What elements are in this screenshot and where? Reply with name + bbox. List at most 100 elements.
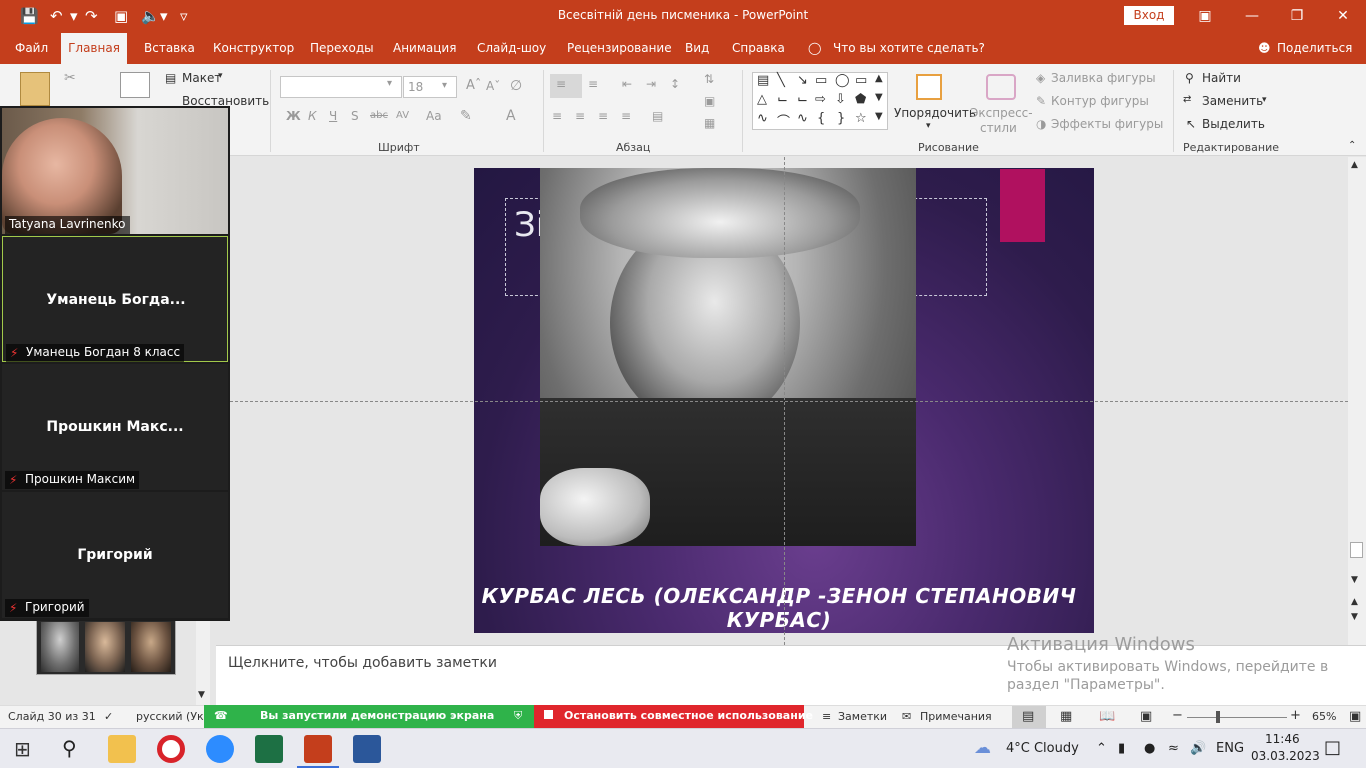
opera-icon[interactable] [157, 735, 185, 763]
font-family-dropdown-icon[interactable]: ▾ [387, 78, 392, 89]
left-brace-icon[interactable]: { [817, 111, 825, 126]
shape-fill-icon[interactable]: ◈ [1036, 71, 1045, 85]
signin-button[interactable]: Вход [1124, 6, 1174, 25]
layout-icon[interactable]: ▤ [165, 71, 176, 85]
scroll-up-icon[interactable]: ▲ [1351, 160, 1358, 170]
font-color-icon[interactable]: A [506, 108, 516, 124]
rounded-rect-shape-icon[interactable]: ▭ [855, 73, 867, 88]
input-language[interactable]: ENG [1216, 741, 1244, 756]
tab-view[interactable]: Вид [685, 41, 709, 55]
oval-shape-icon[interactable]: ◯ [835, 73, 850, 88]
next-slide-icon[interactable]: ▼ [1351, 612, 1358, 622]
arc-shape-icon[interactable]: ⌒ [777, 111, 790, 130]
comments-button[interactable]: Примечания [920, 710, 992, 723]
microphone-icon[interactable]: ● [1144, 741, 1155, 756]
stop-share-button[interactable]: Остановить совместное использование [534, 705, 813, 728]
font-family-combo[interactable] [280, 76, 402, 98]
text-direction-icon[interactable]: ⇅ [704, 72, 714, 86]
close-icon[interactable]: ✕ [1328, 4, 1358, 28]
highlight-icon[interactable]: ✎ [460, 108, 472, 124]
shape-effects-icon[interactable]: ◑ [1036, 117, 1046, 131]
char-spacing-button[interactable]: AV [396, 110, 409, 121]
grow-font-icon[interactable]: Aˆ [466, 78, 481, 93]
slide-sorter-icon[interactable]: ▦ [1060, 709, 1072, 724]
thumbnail-scroll-down-icon[interactable]: ▼ [198, 690, 205, 700]
scroll-thumb[interactable] [1350, 542, 1363, 558]
arrange-icon[interactable] [916, 74, 942, 100]
tab-home[interactable]: Главная [61, 33, 127, 64]
gallery-more-icon[interactable]: ▼ [875, 111, 883, 122]
bold-button[interactable]: Ж [286, 109, 301, 123]
change-case-button[interactable]: Aa [426, 109, 442, 123]
comments-icon[interactable]: ✉ [902, 710, 911, 723]
columns-icon[interactable]: ▤ [652, 109, 663, 123]
portrait-photo[interactable] [540, 168, 916, 546]
textbox-shape-icon[interactable]: ▤ [757, 73, 769, 88]
zoom-in-icon[interactable]: + [1290, 708, 1301, 723]
font-size-dropdown-icon[interactable]: ▾ [442, 80, 447, 91]
battery-icon[interactable]: ▮ [1118, 741, 1125, 756]
editor-vertical-scrollbar[interactable]: ▲ ▼ ▲ ▼ [1348, 157, 1366, 645]
tab-slideshow[interactable]: Слайд-шоу [477, 41, 546, 55]
rectangle-shape-icon[interactable]: ▭ [815, 73, 827, 88]
weather-cloud-icon[interactable]: ☁ [974, 738, 991, 758]
align-left-icon[interactable]: ≡ [552, 109, 562, 123]
select-button[interactable]: Выделить [1202, 117, 1265, 131]
star-shape-icon[interactable]: ☆ [855, 111, 867, 126]
excel-icon[interactable] [255, 735, 283, 763]
shapes-gallery[interactable]: ▤ ╲ ↘ ▭ ◯ ▭ △ ⌙ ⌙ ⇨ ⇩ ⬟ ∿ ⌒ ∿ { } ☆ ▲ ▼ … [752, 72, 888, 130]
replace-button[interactable]: Заменить [1202, 94, 1263, 108]
tab-help[interactable]: Справка [732, 41, 785, 55]
pentagon-shape-icon[interactable]: ⬟ [855, 92, 866, 107]
clear-format-icon[interactable]: ∅ [510, 78, 522, 94]
down-arrow-shape-icon[interactable]: ⇩ [835, 92, 846, 107]
replace-dropdown-icon[interactable]: ▾ [1262, 95, 1267, 105]
minimize-icon[interactable]: — [1237, 4, 1267, 28]
line-spacing-icon[interactable]: ↕ [670, 77, 680, 91]
underline-button[interactable]: Ч [329, 109, 337, 123]
layout-dropdown-icon[interactable]: ▾ [218, 71, 223, 81]
zoom-slider[interactable] [1187, 717, 1287, 718]
share-icon[interactable]: ☻ [1258, 41, 1271, 55]
tab-transitions[interactable]: Переходы [310, 41, 374, 55]
shrink-font-icon[interactable]: Aˇ [486, 79, 500, 93]
tab-file[interactable]: Файл [15, 41, 48, 55]
word-icon[interactable] [353, 735, 381, 763]
arrange-button[interactable]: Упорядочить [894, 106, 976, 120]
cut-icon[interactable]: ✂ [64, 70, 76, 86]
weather-text[interactable]: 4°C Cloudy [1006, 741, 1079, 756]
shadow-button[interactable]: S [351, 109, 359, 123]
decrease-indent-icon[interactable]: ⇤ [622, 77, 632, 91]
find-button[interactable]: Найти [1202, 71, 1241, 85]
line-shape-icon[interactable]: ╲ [777, 73, 785, 88]
align-right-icon[interactable]: ≡ [598, 109, 608, 123]
numbering-icon[interactable]: ≡ [588, 77, 598, 91]
zoom-out-icon[interactable]: − [1172, 708, 1183, 723]
increase-indent-icon[interactable]: ⇥ [646, 77, 656, 91]
zoom-slider-thumb[interactable] [1216, 711, 1220, 723]
maximize-icon[interactable]: ❐ [1282, 4, 1312, 28]
file-explorer-icon[interactable] [108, 735, 136, 763]
zoom-level[interactable]: 65% [1312, 710, 1336, 723]
curve-shape-icon[interactable]: ∿ [757, 111, 768, 126]
arrange-dropdown-icon[interactable]: ▾ [926, 121, 931, 131]
slide-thumbnail[interactable] [36, 619, 176, 675]
smartart-icon[interactable]: ▦ [704, 116, 715, 130]
clock-date[interactable]: 03.03.2023 [1251, 749, 1320, 763]
windows-start-icon[interactable]: ⊞ [14, 737, 31, 761]
language-indicator[interactable]: русский (Укр [136, 710, 211, 723]
quick-styles-icon[interactable] [986, 74, 1016, 100]
tab-animations[interactable]: Анимация [393, 41, 456, 55]
volume-icon[interactable]: 🔊 [1190, 741, 1206, 756]
participant-video-tile[interactable]: Tatyana Lavrinenko [2, 108, 228, 234]
find-icon[interactable]: ⚲ [1185, 71, 1194, 85]
participant-tile[interactable]: Григорий ⚡ Григорий [2, 492, 228, 618]
previous-slide-icon[interactable]: ▲ [1351, 597, 1358, 607]
powerpoint-icon[interactable] [304, 735, 332, 763]
new-slide-icon[interactable] [120, 72, 150, 98]
collapse-ribbon-icon[interactable]: ⌃ [1348, 140, 1356, 151]
layout-button[interactable]: Макет [182, 71, 221, 85]
tell-me-search[interactable]: Что вы хотите сделать? [833, 41, 985, 55]
slideshow-view-icon[interactable]: ▣ [1140, 709, 1152, 724]
spellcheck-icon[interactable]: ✓ [104, 710, 113, 723]
